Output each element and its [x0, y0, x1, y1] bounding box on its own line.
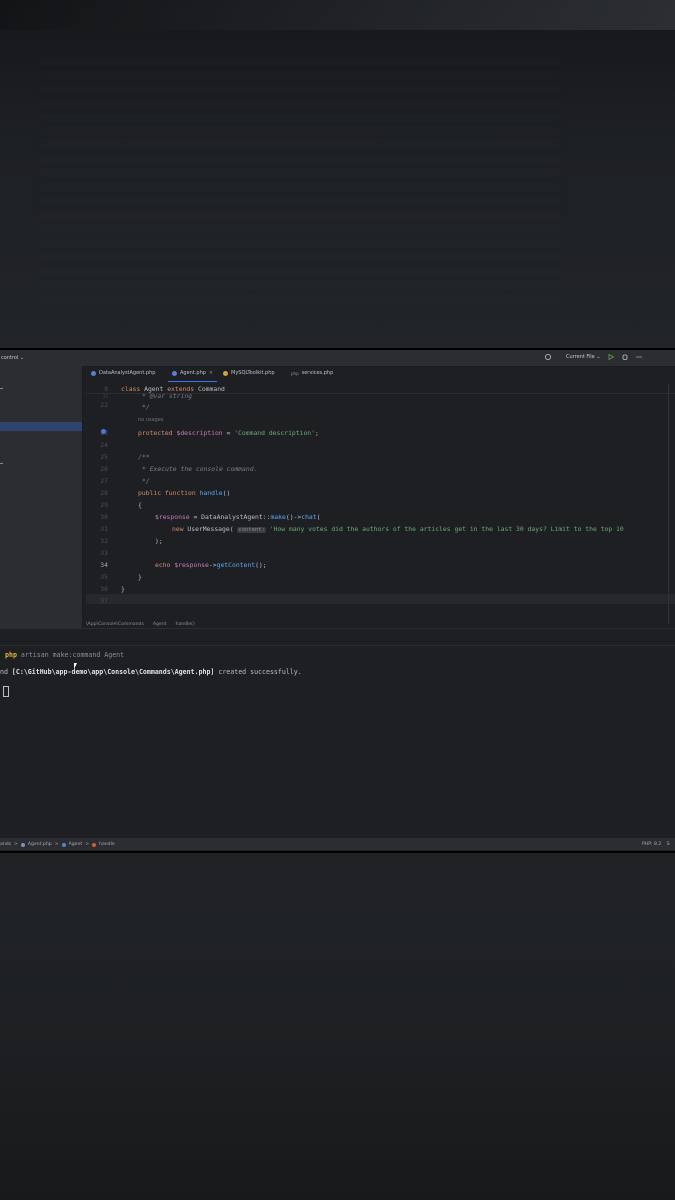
- code-line: {: [138, 501, 142, 509]
- ide-window: control ⌄ Current File ⌄ DataAnalystAgen…: [0, 348, 675, 853]
- selected-tree-item[interactable]: [0, 422, 82, 431]
- terminal-output-line: nd [C:\GitHub\app-demo\app\Console\Comma…: [0, 668, 302, 676]
- terminal-input[interactable]: [0, 686, 9, 697]
- php-version[interactable]: PHP: 8.2: [642, 842, 661, 847]
- code-line: /**: [138, 453, 150, 461]
- line-number: 21: [103, 394, 108, 399]
- line-number: 26: [100, 465, 108, 473]
- line-number: 34: [100, 561, 108, 569]
- project-sidebar[interactable]: [0, 366, 83, 628]
- terminal-command-line: php artisan make:command Agent: [5, 651, 125, 659]
- inlay-usages: no usages: [138, 417, 164, 423]
- debug-icon[interactable]: [621, 353, 629, 361]
- line-number: 27: [100, 477, 108, 485]
- run-icon[interactable]: [607, 353, 615, 361]
- chevron-right-icon: >: [14, 842, 18, 847]
- terminal-header: [0, 628, 675, 646]
- code-line: );: [155, 537, 163, 545]
- code-line: protected $description = 'Command descri…: [138, 429, 319, 437]
- php-class-icon: [61, 842, 66, 847]
- code-line: echo $response->getContent();: [155, 561, 267, 569]
- editor-tabs: DataAnalystAgent.php Agent.php × MySQLTo…: [86, 366, 675, 382]
- editor-scrollbar[interactable]: [668, 384, 669, 624]
- blurred-background-top: [0, 0, 675, 348]
- current-line-highlight: [86, 594, 675, 604]
- status-crumb[interactable]: ands: [0, 842, 11, 847]
- vcs-menu[interactable]: control ⌄: [1, 355, 24, 361]
- line-number: 32: [100, 537, 108, 545]
- status-crumb[interactable]: Agent: [69, 842, 83, 847]
- chevron-right-icon: >: [85, 842, 90, 847]
- sync-icon[interactable]: [544, 353, 552, 361]
- php-class-icon: [223, 370, 228, 376]
- terminal-cursor: [3, 686, 9, 697]
- terminal-panel[interactable]: php artisan make:command Agent nd [C:\Gi…: [0, 645, 675, 839]
- title-bar: control ⌄ Current File ⌄: [0, 350, 675, 367]
- status-bar: ands > Agent.php > Agent > handle PHP: 8…: [0, 838, 675, 850]
- php-file-icon: php: [291, 370, 299, 376]
- line-number: 9: [104, 385, 108, 393]
- code-line: }: [138, 573, 142, 581]
- tab-agent[interactable]: Agent.php ×: [167, 370, 218, 382]
- code-line: public function handle(): [138, 489, 231, 497]
- line-number: 31: [100, 525, 108, 533]
- line-number: 35: [100, 573, 108, 581]
- php-class-icon: [172, 370, 177, 376]
- line-number: 24: [100, 441, 108, 449]
- line-number: 29: [100, 501, 108, 509]
- status-extra[interactable]: S: [667, 842, 670, 847]
- status-crumb[interactable]: handle: [99, 842, 115, 847]
- tab-services[interactable]: php services.php: [291, 370, 333, 376]
- line-number: 25: [100, 453, 108, 461]
- tree-node[interactable]: [0, 463, 3, 464]
- chevron-right-icon: >: [54, 842, 59, 847]
- code-line: $response = DataAnalystAgent::make()->ch…: [155, 513, 321, 521]
- override-icon[interactable]: [100, 428, 107, 435]
- code-line: */: [142, 403, 150, 411]
- status-crumb[interactable]: Agent.php: [28, 842, 52, 847]
- code-editor[interactable]: 9 class Agent extends Command 21 22 * @v…: [86, 382, 675, 628]
- blurred-background-bottom: [0, 853, 675, 1200]
- code-line: */: [142, 477, 150, 485]
- method-icon: [92, 842, 97, 847]
- mouse-cursor-icon: [74, 663, 77, 669]
- php-file-icon: [20, 842, 25, 847]
- line-number: 36: [100, 585, 108, 593]
- close-icon[interactable]: ×: [209, 370, 213, 376]
- code-line: new UserMessage( content: 'How many vote…: [172, 525, 624, 533]
- code-line: * @var string: [142, 392, 193, 400]
- line-number: 37: [100, 597, 108, 605]
- code-line: * Execute the console command.: [142, 465, 258, 473]
- tab-mysqltoolkit[interactable]: MySQLToolkit.php: [223, 370, 275, 376]
- tab-dataanalystagent[interactable]: DataAnalystAgent.php: [91, 370, 155, 376]
- line-number: 22: [100, 401, 108, 409]
- line-number: 30: [100, 513, 108, 521]
- php-class-icon: [91, 370, 96, 376]
- run-config-select[interactable]: Current File ⌄: [566, 354, 601, 360]
- line-number: 28: [100, 489, 108, 497]
- tree-node[interactable]: [0, 388, 3, 389]
- code-line: }: [121, 585, 125, 593]
- line-number: 33: [100, 549, 108, 557]
- more-icon[interactable]: [635, 353, 643, 361]
